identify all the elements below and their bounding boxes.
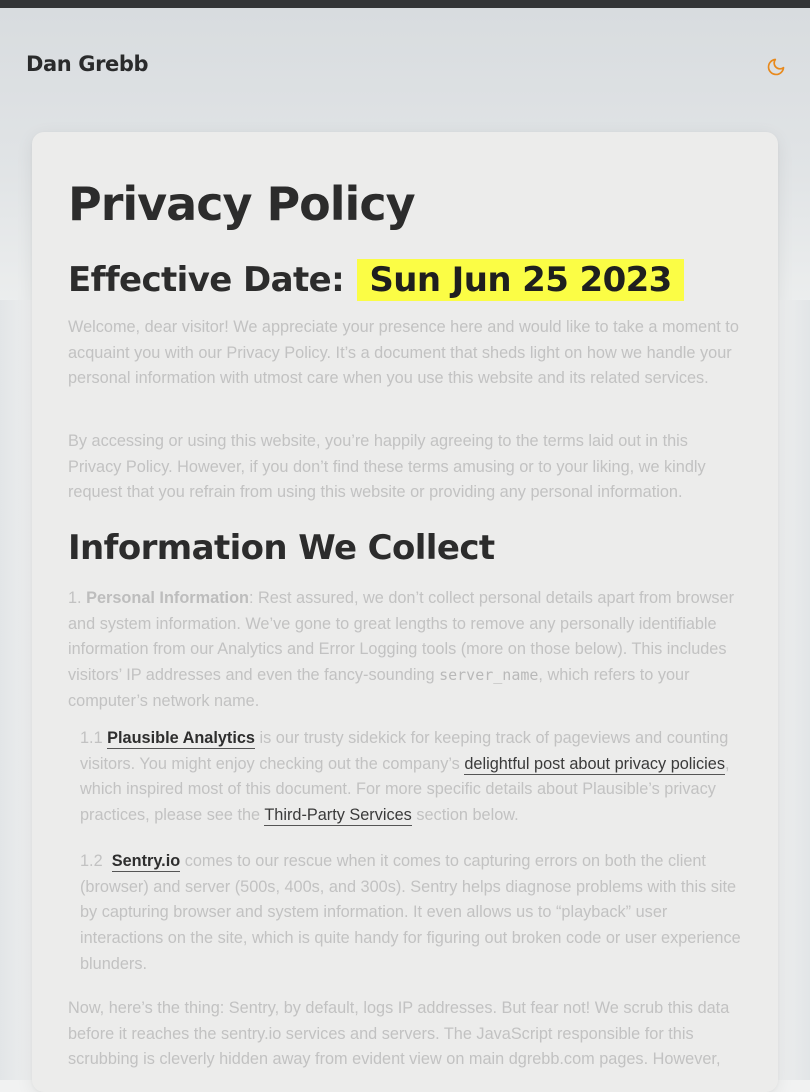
third-party-services-link[interactable]: Third-Party Services [264, 806, 412, 827]
list-item-personal-information: 1. Personal Information: Rest assured, w… [68, 586, 744, 715]
plausible-analytics-link[interactable]: Plausible Analytics [107, 729, 255, 749]
consent-paragraph: By accessing or using this website, you’… [68, 432, 706, 502]
theme-toggle-button[interactable] [762, 53, 790, 81]
intro-paragraph: Welcome, dear visitor! We appreciate you… [68, 318, 739, 388]
sub-item-number: 1.1 [80, 729, 103, 747]
content-card: Privacy Policy Effective Date: Sun Jun 2… [32, 132, 778, 1092]
inline-code: server_name [439, 666, 539, 685]
site-title[interactable]: Dan Grebb [26, 52, 149, 76]
section-heading-information: Information We Collect [68, 528, 495, 568]
top-bar [0, 0, 810, 8]
effective-date-label: Effective Date: [68, 260, 345, 300]
sentry-link[interactable]: Sentry.io [111, 852, 181, 872]
list-item-title: Personal Information [86, 589, 249, 607]
sub-item-number: 1.2 [80, 852, 103, 870]
privacy-post-link[interactable]: delightful post about privacy policies [464, 754, 725, 775]
site-header: Dan Grebb [0, 8, 810, 126]
sentry-ip-paragraph: Now, here’s the thing: Sentry, by defaul… [68, 999, 730, 1069]
list-number: 1. [68, 589, 82, 607]
sub-item-text: section below. [411, 806, 519, 825]
page-title: Privacy Policy [68, 177, 416, 231]
effective-date-value: Sun Jun 25 2023 [357, 259, 684, 301]
sub-item-sentry: 1.2 Sentry.io comes to our rescue when i… [80, 849, 744, 978]
effective-date-heading: Effective Date: Sun Jun 25 2023 [68, 258, 684, 302]
moon-icon [767, 58, 785, 76]
sub-item-plausible: 1.1 Plausible Analytics is our trusty si… [80, 726, 744, 829]
